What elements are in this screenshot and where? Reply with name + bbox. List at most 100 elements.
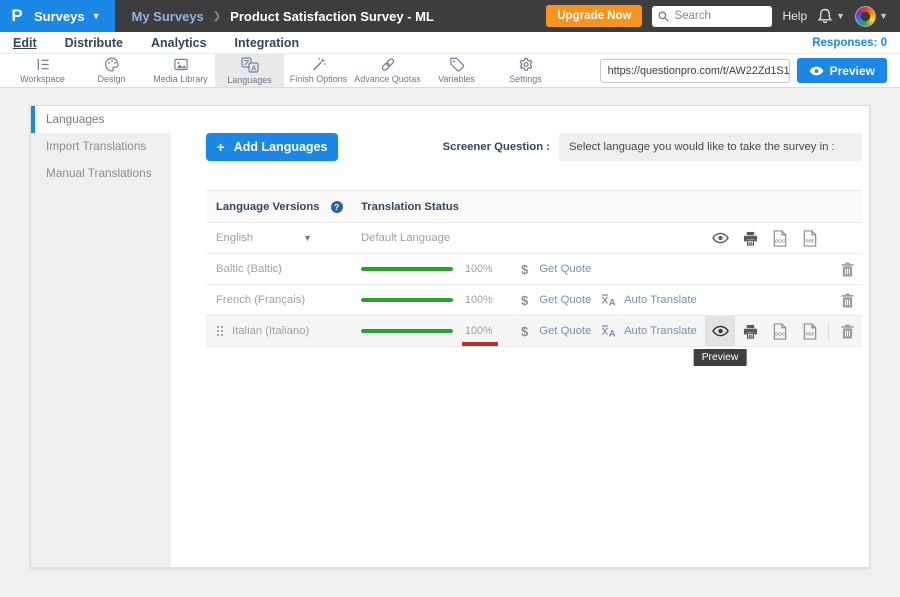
trash-icon [841,262,854,277]
add-languages-button[interactable]: + Add Languages [206,133,338,161]
table-header-row: Language Versions ? Translation Status [206,190,862,223]
gear-icon [518,57,534,72]
translation-progress-bar [361,267,453,271]
dollar-icon: $ [521,293,528,308]
sidebar-item-import-translations[interactable]: Import Translations [31,133,171,160]
delete-language-button[interactable] [832,285,862,315]
tool-design[interactable]: Design [77,54,146,87]
print-button[interactable] [735,223,765,253]
survey-url: https://questionpro.com/t/AW22Zd1S1 [608,65,790,77]
language-name: French (Français) [216,294,305,306]
palette-icon [104,57,120,72]
export-pdf-button[interactable]: PDF [795,316,825,346]
auto-translate-button[interactable]: A Auto Translate [601,293,705,307]
tool-settings[interactable]: Settings [491,54,560,87]
chevron-down-icon: ▼ [92,12,101,21]
header-language-versions: Language Versions ? [206,201,361,213]
tab-distribute[interactable]: Distribute [65,36,123,50]
magic-wand-icon [311,57,327,72]
doc-file-icon: DOC [772,230,788,247]
account-menu[interactable]: ▼ [855,6,888,27]
default-language-dropdown[interactable]: English ▼ [216,232,312,244]
status-cell: Default Language [361,232,521,244]
upgrade-now-button[interactable]: Upgrade Now [546,5,642,27]
preview-eye-button-hovered[interactable]: Preview [705,316,735,346]
print-button[interactable] [735,316,765,346]
chain-link-icon [380,57,396,72]
auto-translate-icon: A [601,324,617,338]
top-bar: P Surveys ▼ My Surveys ❯ Product Satisfa… [0,0,900,32]
status-cell: 100% [361,294,521,306]
responses-count[interactable]: Responses: 0 [812,37,887,49]
preview-tooltip: Preview [694,349,747,366]
tab-integration[interactable]: Integration [235,36,300,50]
tool-label: Settings [509,74,542,84]
get-quote-link[interactable]: Get Quote [539,263,591,275]
printer-icon [743,231,758,246]
header-language-versions-label: Language Versions [216,201,320,213]
global-search[interactable] [652,6,772,27]
export-doc-button[interactable]: DOC [765,316,795,346]
translation-progress-bar [361,298,453,302]
sidebar-item-languages[interactable]: Languages [31,106,171,133]
tab-analytics[interactable]: Analytics [151,36,207,50]
status-cell: 100% [361,325,521,337]
trash-icon [841,324,854,339]
table-row-english: English ▼ Default Language DOC [206,223,862,254]
tool-label: Design [97,74,125,84]
drag-handle-icon[interactable] [216,325,224,337]
dollar-icon: $ [521,324,528,339]
notifications-menu[interactable]: ▼ [817,8,845,24]
tool-label: Finish Options [290,74,348,84]
sidebar-item-manual-translations[interactable]: Manual Translations [31,160,171,187]
quote-cell: $ Get Quote [521,293,601,308]
tool-languages[interactable]: A Languages [215,54,284,87]
language-name: English [216,232,253,244]
eye-icon [809,66,824,76]
tab-edit[interactable]: Edit [13,36,37,50]
help-question-icon[interactable]: ? [331,201,343,213]
surveys-menu-label: Surveys [34,9,85,24]
content-top-row: + Add Languages Screener Question : Sele… [206,133,862,161]
trash-icon [841,293,854,308]
edit-toolbar: Workspace Design Media Library A Languag… [0,54,900,88]
preview-button[interactable]: Preview [797,58,887,83]
get-quote-link[interactable]: Get Quote [539,294,591,306]
export-doc-button[interactable]: DOC [765,223,795,253]
tool-media-library[interactable]: Media Library [146,54,215,87]
header-translation-status: Translation Status [361,201,521,213]
surveys-product-menu[interactable]: Surveys ▼ [34,9,101,24]
preview-eye-button[interactable] [705,223,735,253]
auto-translate-label: Auto Translate [624,325,697,337]
page-title: Product Satisfaction Survey - ML [230,9,434,24]
status-cell: 100% [361,263,521,275]
get-quote-link[interactable]: Get Quote [539,325,591,337]
tool-workspace[interactable]: Workspace [8,54,77,87]
search-input[interactable] [674,10,764,22]
row-actions [832,254,862,284]
svg-text:A: A [251,65,256,72]
screener-question-select[interactable]: Select language you would like to take t… [559,133,862,161]
breadcrumb-my-surveys[interactable]: My Surveys [132,9,204,24]
export-pdf-button[interactable]: PDF [795,223,825,253]
delete-language-button[interactable] [832,254,862,284]
tool-variables[interactable]: Variables [422,54,491,87]
help-link[interactable]: Help [782,9,807,23]
languages-panel: Languages Import Translations Manual Tra… [30,105,870,568]
tool-label: Media Library [153,74,208,84]
tool-advance-quotas[interactable]: Advance Quotas [353,54,422,87]
translate-icon: A [241,57,259,73]
table-row-italian: Italian (Italiano) 100% $ Get Quote A Au… [206,316,862,347]
image-icon [173,57,189,72]
questionpro-logo[interactable]: P [0,6,34,26]
language-name-cell: French (Français) [206,294,361,306]
preview-button-label: Preview [830,64,875,78]
eye-icon [712,232,729,244]
auto-translate-button[interactable]: A Auto Translate [601,324,705,338]
survey-url-field[interactable]: https://questionpro.com/t/AW22Zd1S1 [600,59,790,83]
translation-percent-flagged: 100% [465,325,493,337]
pdf-file-icon: PDF [802,230,818,247]
delete-language-button[interactable] [832,316,862,346]
svg-text:A: A [609,328,616,338]
tool-finish-options[interactable]: Finish Options [284,54,353,87]
